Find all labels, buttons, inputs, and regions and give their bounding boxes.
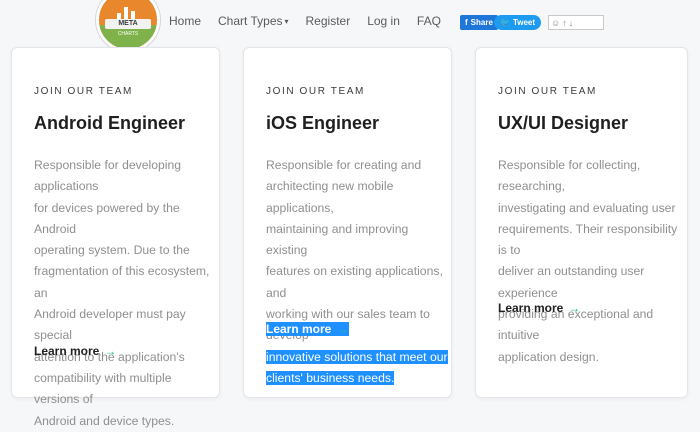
card-description: Responsible for developing applications … [34, 155, 219, 432]
card-description: Responsible for collecting, researching,… [498, 155, 687, 368]
top-navigation-bar: META CHARTS Home Chart Types ▾ Register L… [0, 0, 700, 52]
job-card-android: JOIN OUR TEAM Android Engineer Responsib… [11, 47, 220, 428]
site-logo[interactable]: META CHARTS [96, 0, 160, 52]
description-line: features on existing applications, and [266, 264, 443, 300]
twitter-tweet-button[interactable]: 🐦 Tweet [494, 15, 542, 30]
selected-text: innovative solutions that meet our [266, 349, 448, 364]
card-title: Android Engineer [34, 113, 186, 133]
job-card-ux-ui: JOIN OUR TEAM UX/UI Designer Responsible… [475, 47, 688, 398]
main-nav: Home Chart Types ▾ Register Log in FAQ [169, 14, 458, 28]
card-title: UX/UI Designer [498, 113, 629, 133]
nav-home[interactable]: Home [169, 14, 201, 28]
tweet-label: Tweet [512, 18, 536, 27]
facebook-share-button[interactable]: f Share [460, 15, 498, 30]
learn-more-label: Learn more [34, 344, 100, 358]
arrow-right-icon: → [104, 344, 117, 358]
twitter-bird-icon: 🐦 [500, 18, 510, 27]
nav-register[interactable]: Register [306, 14, 351, 28]
description-line: Android developer must pay special [34, 307, 186, 343]
description-line: requirements. Their responsibility is to [498, 221, 678, 258]
card-eyebrow: JOIN OUR TEAM [266, 86, 365, 97]
learn-more-link[interactable]: Learn more → [266, 322, 350, 336]
description-line: Android and device types. [34, 413, 175, 428]
nav-login[interactable]: Log in [367, 14, 400, 28]
rating-widget[interactable]: ☺ ↑ ↓ [548, 15, 604, 30]
arrow-right-icon: → [568, 301, 581, 315]
description-line: Responsible for developing applications [34, 158, 182, 194]
learn-more-label: Learn more [498, 301, 564, 315]
nav-chart-types[interactable]: Chart Types ▾ [218, 14, 289, 28]
description-line: Responsible for creating and [266, 158, 422, 172]
facebook-icon: f [465, 18, 468, 27]
thumb-up-icon[interactable]: ↑ [562, 18, 567, 28]
description-line: fragmentation of this ecosystem, an [34, 264, 210, 300]
description-line: Responsible for collecting, researching, [498, 158, 641, 194]
description-line: operating system. Due to the [34, 243, 190, 258]
learn-more-label: Learn more [266, 322, 332, 336]
card-eyebrow: JOIN OUR TEAM [498, 86, 597, 97]
nav-chart-types-label: Chart Types [218, 14, 283, 28]
card-title: iOS Engineer [266, 113, 380, 133]
rating-thumb-icon: ☺ [551, 17, 561, 28]
description-line: application design. [498, 349, 599, 364]
logo-subtext: CHARTS [117, 31, 139, 37]
learn-more-link[interactable]: Learn more → [498, 301, 580, 315]
description-line: architecting new mobile applications, [266, 179, 394, 215]
card-description: Responsible for creating and architectin… [266, 155, 451, 389]
description-line: compatibility with multiple versions of [34, 370, 172, 407]
description-line: investigating and evaluating user [498, 200, 676, 215]
description-line: maintaining and improving existing [266, 221, 409, 258]
selected-text: clients' business needs. [266, 370, 395, 385]
description-line: deliver an outstanding user experience [498, 264, 645, 300]
nav-faq[interactable]: FAQ [417, 14, 441, 28]
caret-down-icon: ▾ [284, 17, 289, 26]
arrow-right-icon: → [336, 322, 349, 336]
job-card-ios: JOIN OUR TEAM iOS Engineer Responsible f… [243, 47, 452, 398]
card-eyebrow: JOIN OUR TEAM [34, 86, 133, 97]
thumb-down-icon[interactable]: ↓ [569, 18, 574, 28]
logo-text: META [105, 19, 151, 29]
share-label: Share [470, 18, 493, 27]
learn-more-link[interactable]: Learn more → [34, 344, 116, 358]
description-line: for devices powered by the Android [34, 200, 180, 236]
